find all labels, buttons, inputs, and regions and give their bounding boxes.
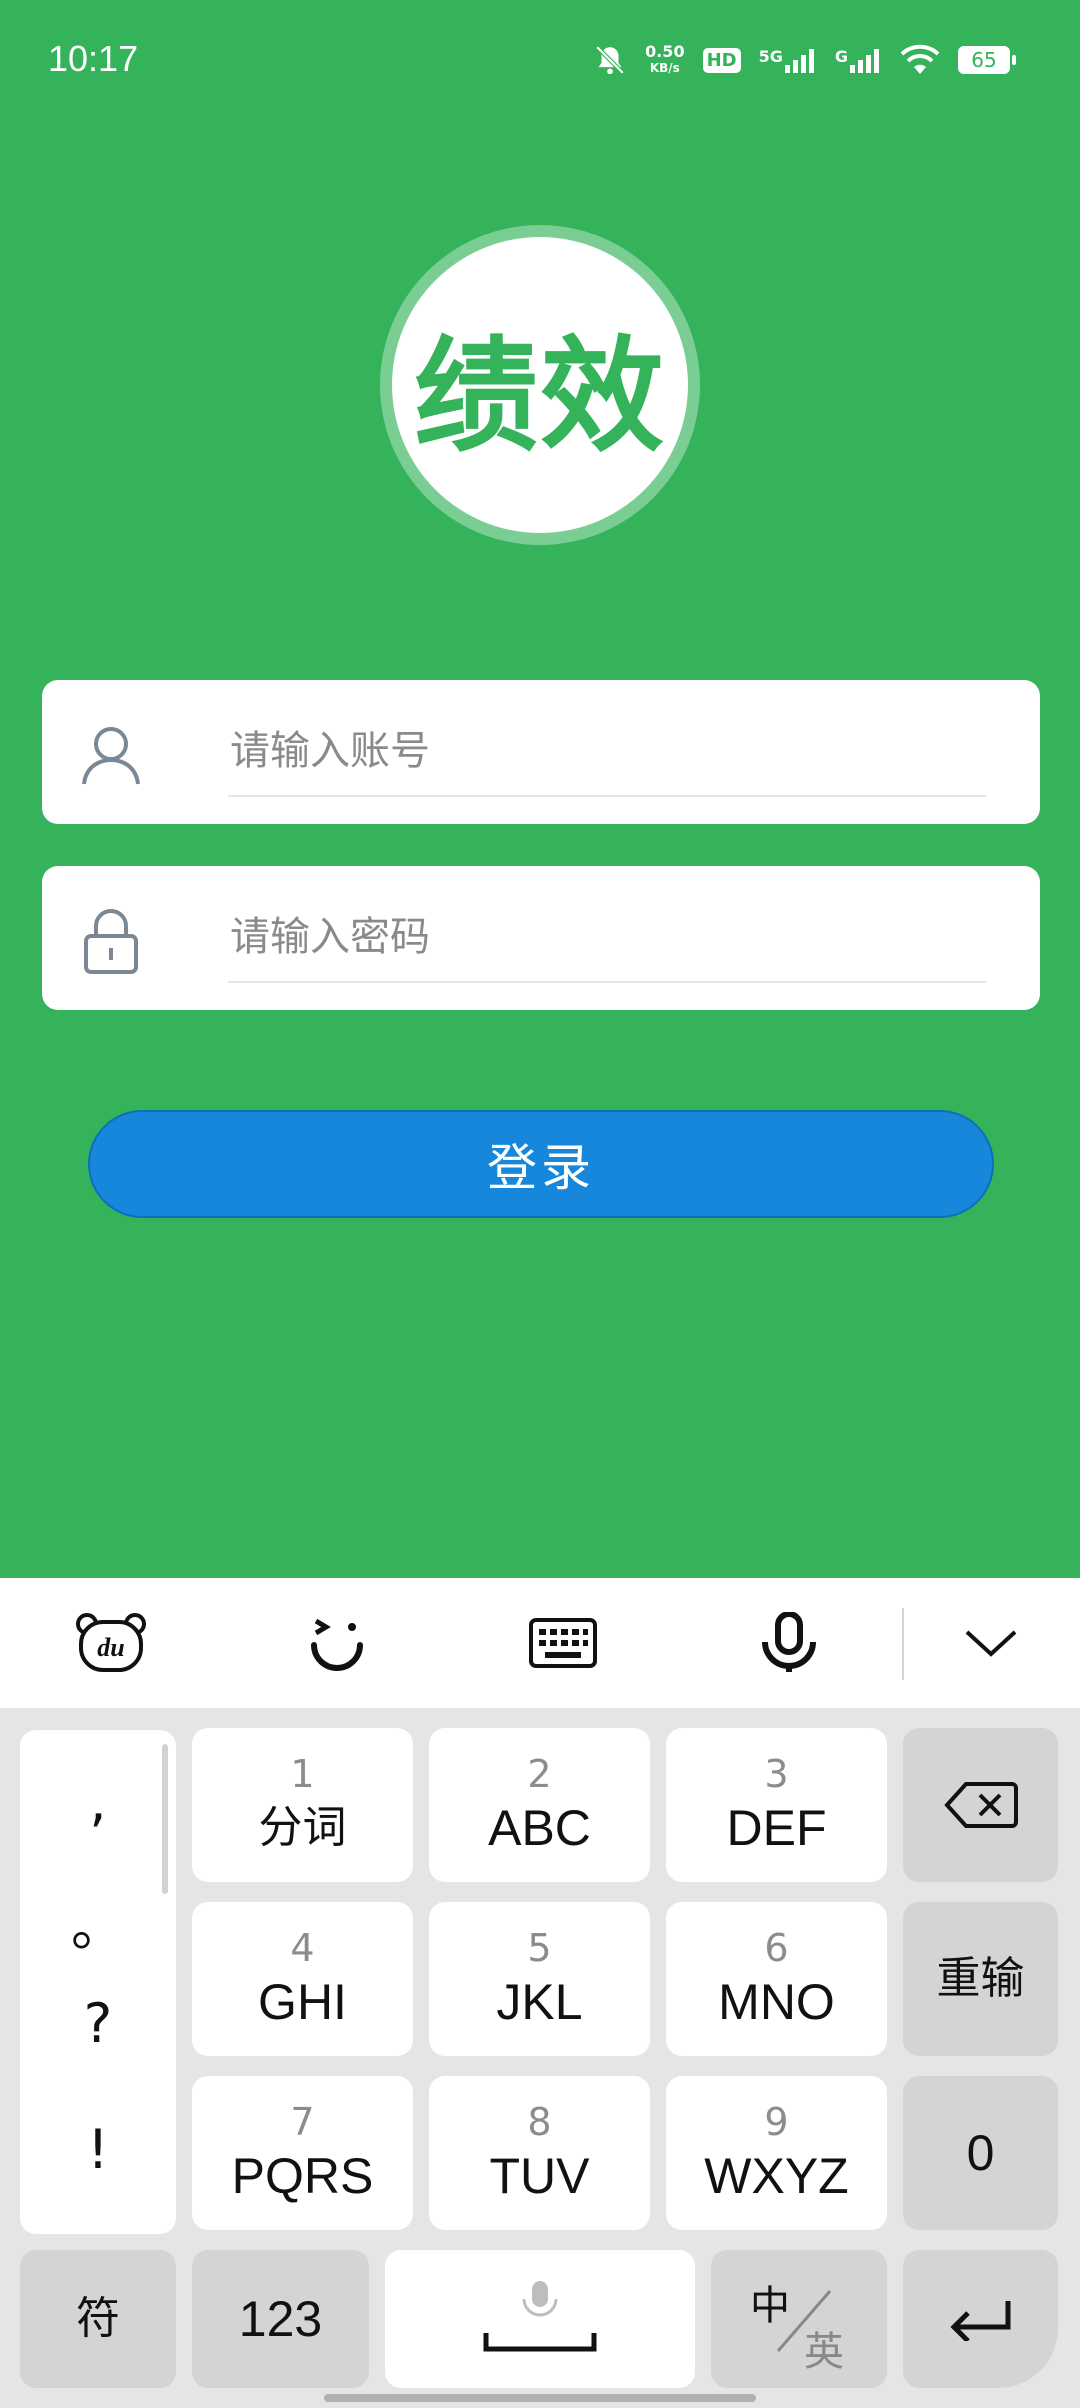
punctuation-list[interactable]: , 。 ? ! xyxy=(20,1730,176,2234)
key-1[interactable]: 1 分词 xyxy=(192,1728,413,1882)
key-0[interactable]: 0 xyxy=(903,2076,1058,2230)
key-digit: 2 xyxy=(527,1752,552,1796)
key-digit: 4 xyxy=(290,1926,315,1970)
key-3[interactable]: 3 DEF xyxy=(666,1728,887,1882)
status-time: 10:17 xyxy=(48,38,139,79)
key-5[interactable]: 5 JKL xyxy=(429,1902,650,2056)
key-label: TUV xyxy=(489,2148,590,2204)
numeric-key[interactable]: 123 xyxy=(192,2250,369,2388)
key-digit: 3 xyxy=(764,1752,789,1796)
account-input[interactable] xyxy=(228,700,1032,802)
key-digit: 5 xyxy=(527,1926,552,1970)
emoji-button[interactable] xyxy=(292,1608,382,1678)
key-label: 0 xyxy=(966,2125,995,2181)
key-label: 分词 xyxy=(258,1803,347,1852)
key-label: GHI xyxy=(258,1974,347,2030)
enter-icon xyxy=(949,2301,1010,2341)
status-bar: 10:17 0.50 KB/s HD 5G G 65 xyxy=(0,0,1080,120)
space-mic-icon xyxy=(483,2281,597,2352)
backspace-key[interactable] xyxy=(903,1728,1058,1882)
key-7[interactable]: 7 PQRS xyxy=(192,2076,413,2230)
account-field[interactable] xyxy=(42,680,1040,824)
login-button[interactable]: 登录 xyxy=(88,1110,994,1218)
battery-icon: 65 xyxy=(958,46,1016,74)
space-key[interactable] xyxy=(385,2250,695,2388)
key-digit: 9 xyxy=(764,2100,789,2144)
toolbar-divider xyxy=(902,1608,904,1680)
punct-question[interactable]: ? xyxy=(20,1992,176,2055)
signal-g: G xyxy=(835,47,882,73)
key-digit: 7 xyxy=(290,2100,315,2144)
lang-en-label: 英 xyxy=(804,2329,844,2375)
signal-5g: 5G xyxy=(759,47,817,73)
key-label: PQRS xyxy=(231,2148,374,2204)
signal-bars-icon xyxy=(850,49,879,73)
enter-key[interactable] xyxy=(903,2250,1058,2388)
key-label: MNO xyxy=(718,1974,835,2030)
chevron-down-icon xyxy=(965,1630,1017,1657)
keyboard-icon xyxy=(529,1618,597,1668)
key-label: DEF xyxy=(726,1800,827,1856)
microphone-icon xyxy=(762,1612,816,1672)
key-6[interactable]: 6 MNO xyxy=(666,1902,887,2056)
password-input[interactable] xyxy=(228,886,1032,988)
signal-g-label: G xyxy=(834,47,848,66)
keyboard-toolbar: du xyxy=(0,1578,1080,1708)
account-underline xyxy=(228,795,986,797)
mute-bell-icon xyxy=(595,45,625,75)
punct-exclaim[interactable]: ! xyxy=(20,2118,176,2181)
key-4[interactable]: 4 GHI xyxy=(192,1902,413,2056)
key-label: WXYZ xyxy=(704,2148,849,2204)
symbol-label: 符 xyxy=(76,2294,120,2343)
keyboard-switch-button[interactable] xyxy=(518,1608,608,1678)
punct-comma[interactable]: , xyxy=(20,1770,176,1833)
status-icons: 0.50 KB/s HD 5G G 65 xyxy=(593,38,1016,82)
numeric-label: 123 xyxy=(238,2291,323,2347)
keyboard: du , 。 ? ! 1 分词 2 ABC 3 DEF 4 GHI 5 JKL … xyxy=(0,1578,1080,2408)
key-digit: 1 xyxy=(290,1752,315,1796)
lock-icon xyxy=(84,909,138,974)
password-underline xyxy=(228,981,986,983)
battery-level: 65 xyxy=(971,48,997,72)
key-label: JKL xyxy=(496,1974,583,2030)
hd-badge: HD xyxy=(702,47,741,73)
net-speed-value: 0.50 xyxy=(645,42,685,61)
net-speed-unit: KB/s xyxy=(649,61,680,75)
wifi-icon xyxy=(900,44,940,74)
punct-scrollbar[interactable] xyxy=(162,1744,168,1894)
net-speed: 0.50 KB/s xyxy=(645,44,684,76)
key-digit: 6 xyxy=(764,1926,789,1970)
backspace-icon xyxy=(943,1782,1018,1828)
language-switch: 中 英 xyxy=(744,2269,854,2375)
du-button[interactable]: du xyxy=(66,1608,156,1678)
key-label: ABC xyxy=(488,1800,591,1856)
signal-5g-label: 5G xyxy=(758,47,783,66)
home-indicator[interactable] xyxy=(324,2394,756,2402)
reinput-key[interactable]: 重输 xyxy=(903,1902,1058,2056)
user-icon xyxy=(82,727,140,785)
bear-icon: du xyxy=(76,1613,146,1672)
app-logo: 绩效 xyxy=(392,237,688,533)
emoji-icon xyxy=(311,1618,363,1671)
collapse-keyboard-button[interactable] xyxy=(946,1608,1036,1678)
signal-bars-icon xyxy=(784,49,814,73)
login-button-label: 登录 xyxy=(487,1139,595,1197)
key-8[interactable]: 8 TUV xyxy=(429,2076,650,2230)
reinput-label: 重输 xyxy=(936,1954,1025,2003)
password-field[interactable] xyxy=(42,866,1040,1010)
du-label: du xyxy=(97,1633,124,1662)
key-digit: 8 xyxy=(527,2100,552,2144)
logo-text: 绩效 xyxy=(413,325,666,469)
punct-period[interactable]: 。 xyxy=(20,1882,176,1961)
voice-button[interactable] xyxy=(744,1608,834,1678)
key-9[interactable]: 9 WXYZ xyxy=(666,2076,887,2230)
key-2[interactable]: 2 ABC xyxy=(429,1728,650,1882)
language-switch-key[interactable]: 中 英 xyxy=(711,2250,887,2388)
symbol-key[interactable]: 符 xyxy=(20,2250,176,2388)
